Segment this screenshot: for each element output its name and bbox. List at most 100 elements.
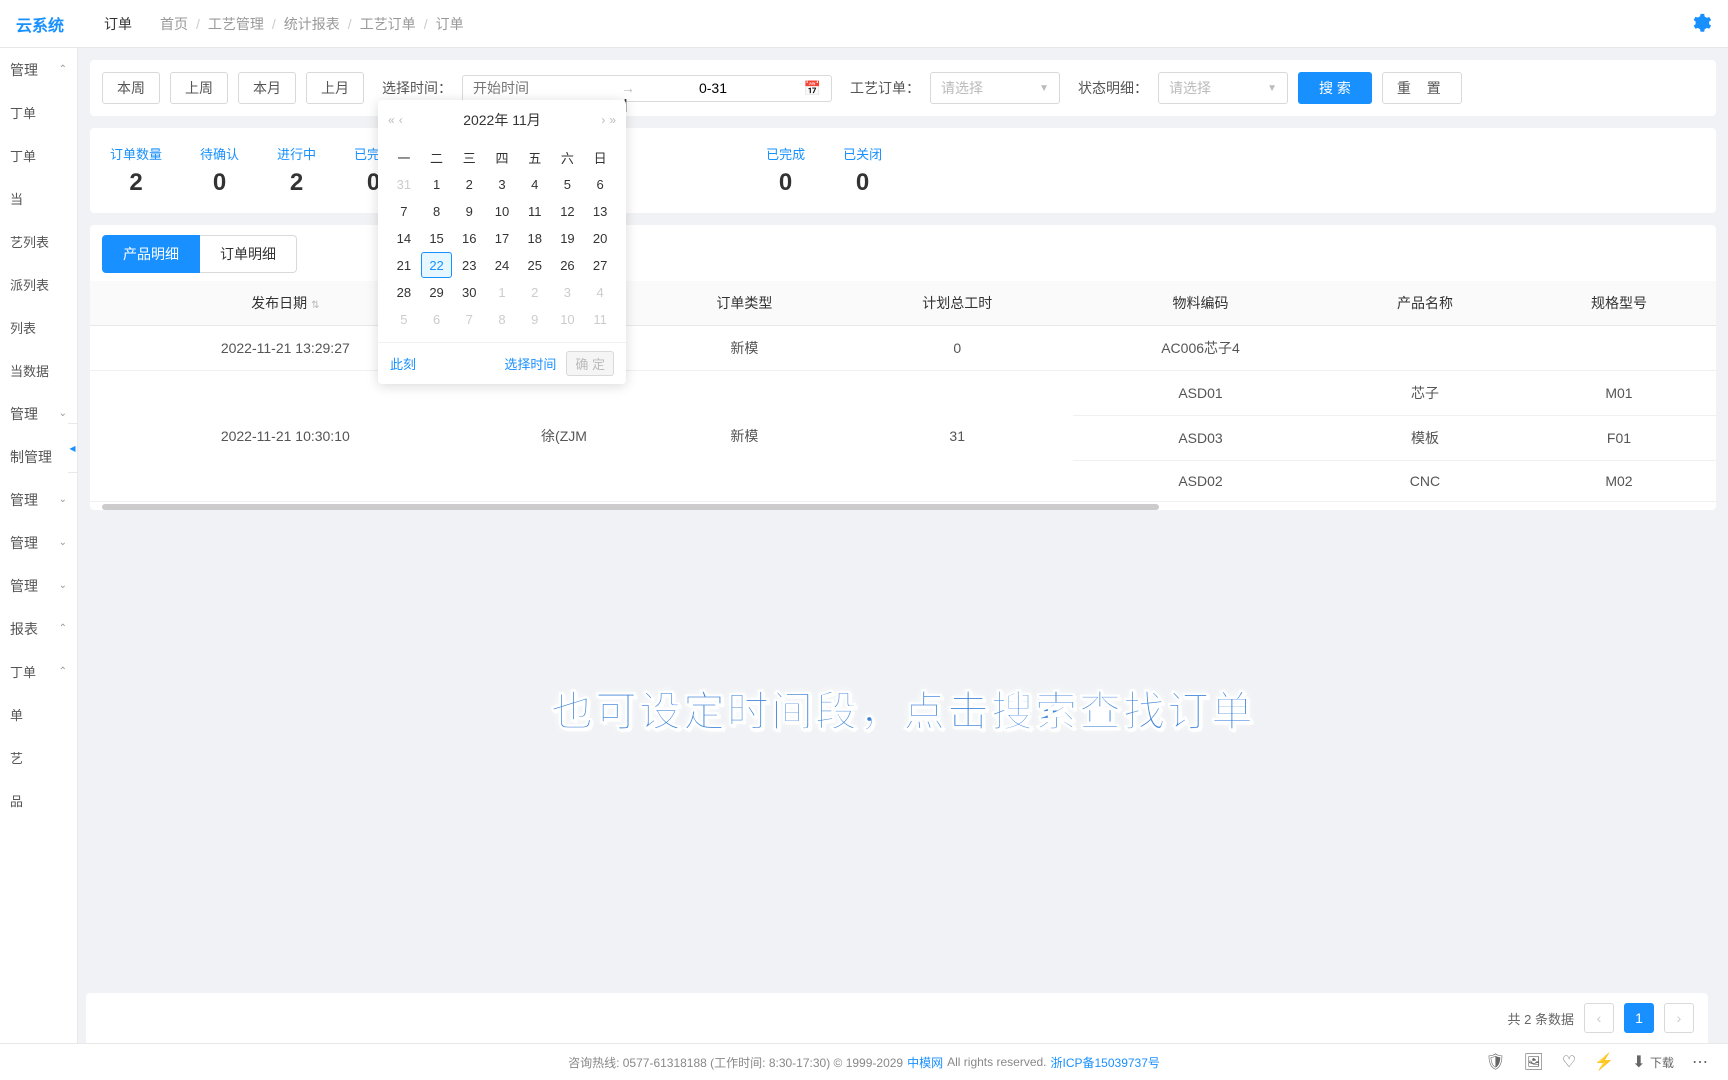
sidebar-item[interactable]: 单 <box>0 693 77 736</box>
heart-icon[interactable]: ♡ <box>1562 1052 1576 1072</box>
sidebar-item[interactable]: 管理⌃ <box>0 48 77 91</box>
cal-day[interactable]: 5 <box>552 171 584 197</box>
end-date-input[interactable] <box>643 80 783 96</box>
btn-last-month[interactable]: 上月 <box>306 72 364 104</box>
cal-day[interactable]: 4 <box>519 171 551 197</box>
cal-day[interactable]: 29 <box>421 279 453 305</box>
sidebar-item[interactable]: 品 <box>0 779 77 822</box>
table-row[interactable]: 2022-11-21 10:30:10徐(ZJM新模31ASD01芯子M01 <box>90 371 1716 416</box>
cal-day[interactable]: 22 <box>421 252 453 278</box>
cal-day[interactable]: 1 <box>421 171 453 197</box>
sidebar-item[interactable]: 丁单 <box>0 134 77 177</box>
cal-day[interactable]: 2 <box>519 279 551 305</box>
gear-icon[interactable] <box>1690 12 1712 34</box>
collapse-sidebar-button[interactable] <box>68 423 78 473</box>
cal-day[interactable]: 18 <box>519 225 551 251</box>
cal-day[interactable]: 31 <box>388 171 420 197</box>
cal-day[interactable]: 27 <box>584 252 616 278</box>
crumb-2[interactable]: 统计报表 <box>284 14 340 34</box>
footer-icp-link[interactable]: 浙ICP备15039737号 <box>1051 1054 1160 1071</box>
reset-button[interactable]: 重 置 <box>1382 72 1462 104</box>
crumb-0[interactable]: 首页 <box>160 14 188 34</box>
table-row[interactable]: 2022-11-21 13:29:27徐(ZJM新模0AC006芯子4 <box>90 326 1716 371</box>
cal-next[interactable]: ›» <box>601 113 616 127</box>
cal-confirm-button[interactable]: 确 定 <box>566 351 614 376</box>
cal-day[interactable]: 3 <box>552 279 584 305</box>
cal-day[interactable]: 9 <box>453 198 485 224</box>
cal-day[interactable]: 8 <box>421 198 453 224</box>
sidebar-item[interactable]: 派列表 <box>0 263 77 306</box>
horizontal-scrollbar[interactable] <box>102 504 1159 510</box>
sidebar-item[interactable]: 艺 <box>0 736 77 779</box>
cal-day[interactable]: 16 <box>453 225 485 251</box>
tab-order-detail[interactable]: 订单明细 <box>200 235 297 273</box>
cal-day[interactable]: 14 <box>388 225 420 251</box>
cal-day[interactable]: 2 <box>453 171 485 197</box>
sidebar-item[interactable]: 当数据 <box>0 349 77 392</box>
sidebar-item[interactable]: 列表 <box>0 306 77 349</box>
table-header[interactable]: 产品名称 <box>1328 281 1522 326</box>
footer-link-site[interactable]: 中模网 <box>907 1054 943 1071</box>
cal-day[interactable]: 8 <box>486 306 518 332</box>
table-header[interactable]: 计划总工时 <box>841 281 1073 326</box>
sidebar-item[interactable]: 管理⌄ <box>0 521 77 564</box>
btn-last-week[interactable]: 上周 <box>170 72 228 104</box>
cal-day[interactable]: 23 <box>453 252 485 278</box>
download-icon[interactable]: ⬇ 下载 <box>1632 1052 1674 1072</box>
cal-day[interactable]: 5 <box>388 306 420 332</box>
sidebar-item[interactable]: 丁单 <box>0 91 77 134</box>
cal-day[interactable]: 9 <box>519 306 551 332</box>
cal-day[interactable]: 24 <box>486 252 518 278</box>
cal-day[interactable]: 7 <box>388 198 420 224</box>
cal-day[interactable]: 3 <box>486 171 518 197</box>
search-button[interactable]: 搜 索 <box>1298 72 1372 104</box>
btn-this-month[interactable]: 本月 <box>238 72 296 104</box>
sidebar-item[interactable]: 艺列表 <box>0 220 77 263</box>
cal-day[interactable]: 6 <box>421 306 453 332</box>
pager-prev[interactable]: ‹ <box>1584 1003 1614 1033</box>
sidebar-item[interactable]: 当 <box>0 177 77 220</box>
crumb-3[interactable]: 工艺订单 <box>360 14 416 34</box>
table-header[interactable]: 物料编码 <box>1073 281 1328 326</box>
cal-day[interactable]: 7 <box>453 306 485 332</box>
cal-day[interactable]: 10 <box>486 198 518 224</box>
cal-day[interactable]: 21 <box>388 252 420 278</box>
cal-day[interactable]: 15 <box>421 225 453 251</box>
more-icon[interactable]: ⋯ <box>1692 1052 1708 1072</box>
cal-day[interactable]: 10 <box>552 306 584 332</box>
cal-day[interactable]: 25 <box>519 252 551 278</box>
cal-day[interactable]: 20 <box>584 225 616 251</box>
btn-this-week[interactable]: 本周 <box>102 72 160 104</box>
cal-day[interactable]: 28 <box>388 279 420 305</box>
sidebar-item[interactable]: 管理⌄ <box>0 564 77 607</box>
sidebar-item[interactable]: 制管理 <box>0 435 77 478</box>
cal-day[interactable]: 19 <box>552 225 584 251</box>
lightning-icon[interactable]: ⚡ <box>1594 1052 1614 1072</box>
order-select[interactable]: 请选择 ▼ <box>930 72 1060 104</box>
start-date-input[interactable] <box>473 80 613 96</box>
table-header[interactable]: 订单类型 <box>647 281 841 326</box>
table-header[interactable]: 规格型号 <box>1522 281 1716 326</box>
date-range-picker[interactable]: → 📅 I <box>462 75 832 102</box>
cal-day[interactable]: 1 <box>486 279 518 305</box>
cal-now-link[interactable]: 此刻 <box>390 354 416 373</box>
cal-day[interactable]: 6 <box>584 171 616 197</box>
status-select[interactable]: 请选择 ▼ <box>1158 72 1288 104</box>
cal-select-time-link[interactable]: 选择时间 <box>504 354 556 373</box>
cal-day[interactable]: 13 <box>584 198 616 224</box>
cal-day[interactable]: 17 <box>486 225 518 251</box>
cal-day[interactable]: 26 <box>552 252 584 278</box>
pager-next[interactable]: › <box>1664 1003 1694 1033</box>
crumb-4[interactable]: 订单 <box>436 14 464 34</box>
cal-prev[interactable]: «‹ <box>388 113 403 127</box>
cal-day[interactable]: 30 <box>453 279 485 305</box>
image-icon[interactable]: 🖼 <box>1524 1052 1544 1072</box>
sidebar-item[interactable]: 管理⌄ <box>0 478 77 521</box>
sidebar-item[interactable]: 丁单⌃ <box>0 650 77 693</box>
sidebar-item[interactable]: 管理⌄ <box>0 392 77 435</box>
shield-icon[interactable]: 🛡 <box>1485 1052 1505 1072</box>
crumb-1[interactable]: 工艺管理 <box>208 14 264 34</box>
cal-day[interactable]: 12 <box>552 198 584 224</box>
cal-day[interactable]: 11 <box>519 198 551 224</box>
tab-product-detail[interactable]: 产品明细 <box>102 235 200 273</box>
